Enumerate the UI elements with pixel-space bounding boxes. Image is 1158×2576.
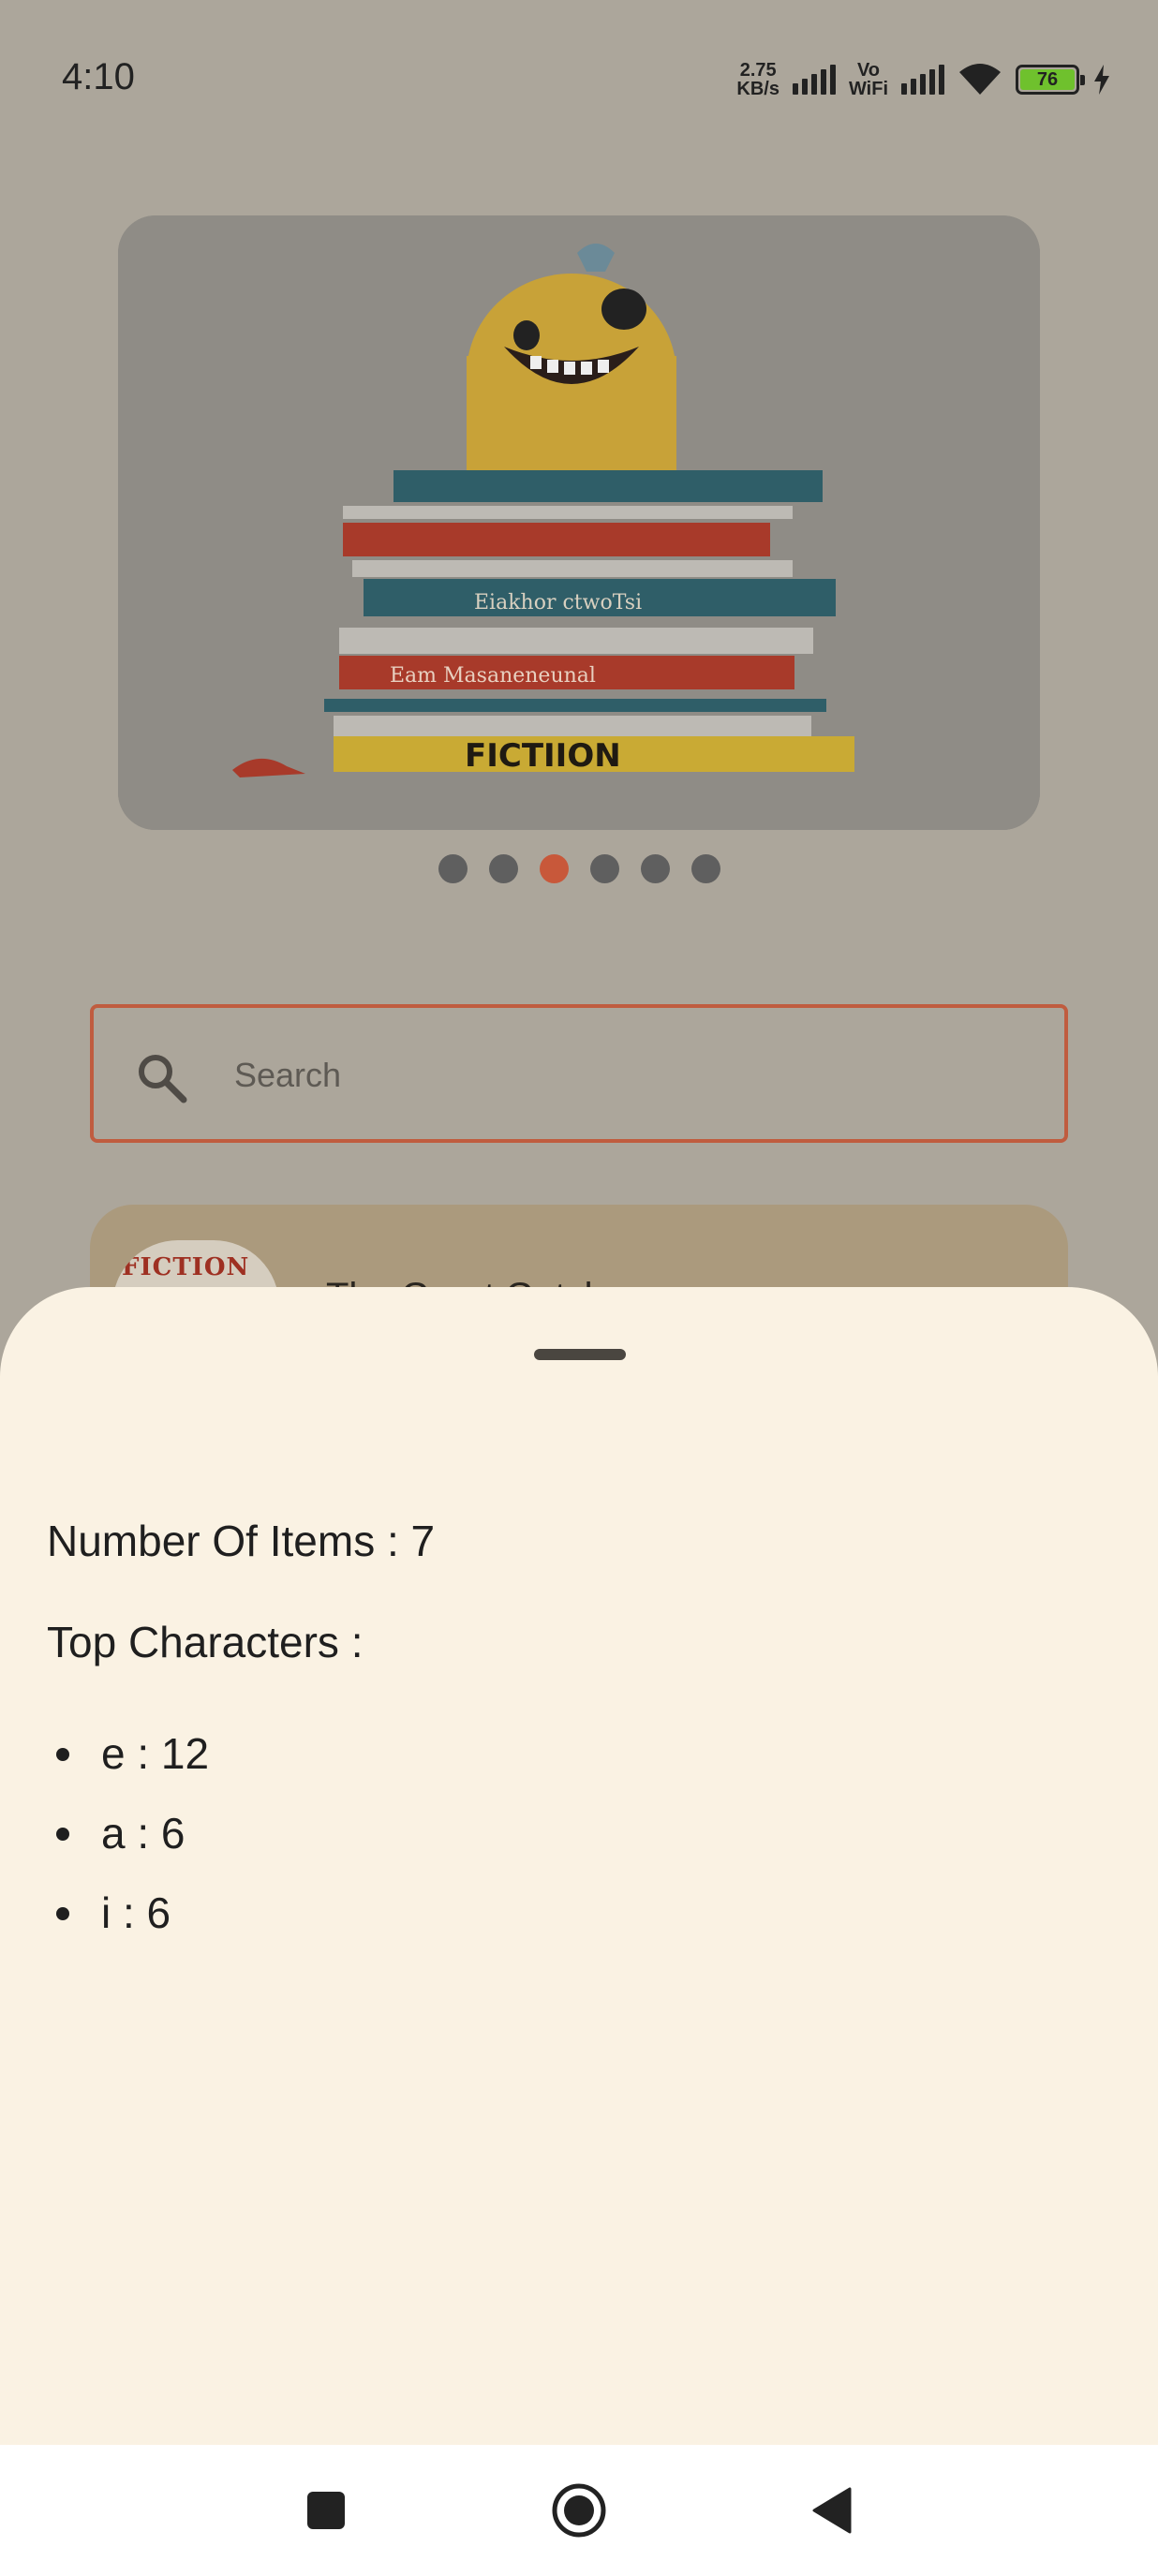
back-button[interactable] <box>802 2480 862 2540</box>
status-indicators: 2.75 KB/s Vo WiFi 76 <box>736 58 1111 101</box>
book-spine-caption: FICTIION <box>465 737 621 775</box>
bullet-icon <box>56 1827 69 1841</box>
network-speed: 2.75 KB/s <box>736 61 779 98</box>
carousel-dot[interactable] <box>690 854 720 883</box>
items-count: Number Of Items : 7 <box>47 1517 436 1565</box>
carousel-dot[interactable] <box>438 854 468 883</box>
carousel-dot-active[interactable] <box>539 854 569 883</box>
battery-level: 76 <box>1020 69 1075 90</box>
drag-handle[interactable] <box>534 1349 626 1360</box>
signal-icon-2 <box>901 65 944 95</box>
list-item: e : 12 <box>56 1714 209 1794</box>
top-characters-label: Top Characters : <box>47 1618 364 1666</box>
search-field[interactable] <box>90 1004 1068 1143</box>
navigation-bar <box>0 2445 1158 2576</box>
home-button[interactable] <box>549 2480 609 2540</box>
list-item: i : 6 <box>56 1873 209 1953</box>
status-time: 4:10 <box>62 56 135 97</box>
books-stack-monster-image: Eiakhor ctwoTsi Eam Masaneneunal FICTIIO… <box>118 215 1040 830</box>
top-characters-list: e : 12 a : 6 i : 6 <box>56 1714 209 1953</box>
recent-apps-button[interactable] <box>296 2480 356 2540</box>
carousel-dot[interactable] <box>640 854 670 883</box>
network-speed-unit: KB/s <box>736 79 779 99</box>
list-item: a : 6 <box>56 1794 209 1873</box>
carousel-indicator <box>0 854 1158 883</box>
bullet-icon <box>56 1747 69 1761</box>
carousel-dot[interactable] <box>488 854 518 883</box>
svg-text:Eiakhor ctwoTsi: Eiakhor ctwoTsi <box>474 591 642 614</box>
wifi-icon <box>959 64 1001 95</box>
bullet-icon <box>56 1906 69 1920</box>
signal-icon <box>792 65 836 95</box>
carousel-dot[interactable] <box>589 854 619 883</box>
vowifi-icon: Vo WiFi <box>849 61 888 98</box>
battery-icon: 76 <box>1016 65 1085 95</box>
triangle-back-icon <box>812 2487 852 2534</box>
circle-icon <box>552 2483 606 2538</box>
vowifi-top: Vo <box>856 60 881 81</box>
bottom-sheet: Number Of Items : 7 Top Characters : e :… <box>0 1287 1158 2445</box>
vowifi-bottom: WiFi <box>848 79 888 99</box>
square-icon <box>307 2492 345 2529</box>
character-count: e : 12 <box>101 1729 210 1778</box>
character-count: i : 6 <box>101 1888 171 1937</box>
svg-text:Eam Masaneneunal: Eam Masaneneunal <box>390 664 596 688</box>
status-bar: 4:10 2.75 KB/s Vo WiFi 76 <box>0 0 1158 159</box>
search-input[interactable] <box>234 1045 1040 1105</box>
search-icon <box>139 1055 187 1103</box>
thumbnail-text: FICTION <box>122 1253 250 1281</box>
carousel-image[interactable]: Eiakhor ctwoTsi Eam Masaneneunal FICTIIO… <box>118 215 1040 830</box>
network-speed-value: 2.75 <box>739 60 777 81</box>
charging-bolt-icon <box>1094 65 1109 95</box>
character-count: a : 6 <box>101 1809 186 1858</box>
